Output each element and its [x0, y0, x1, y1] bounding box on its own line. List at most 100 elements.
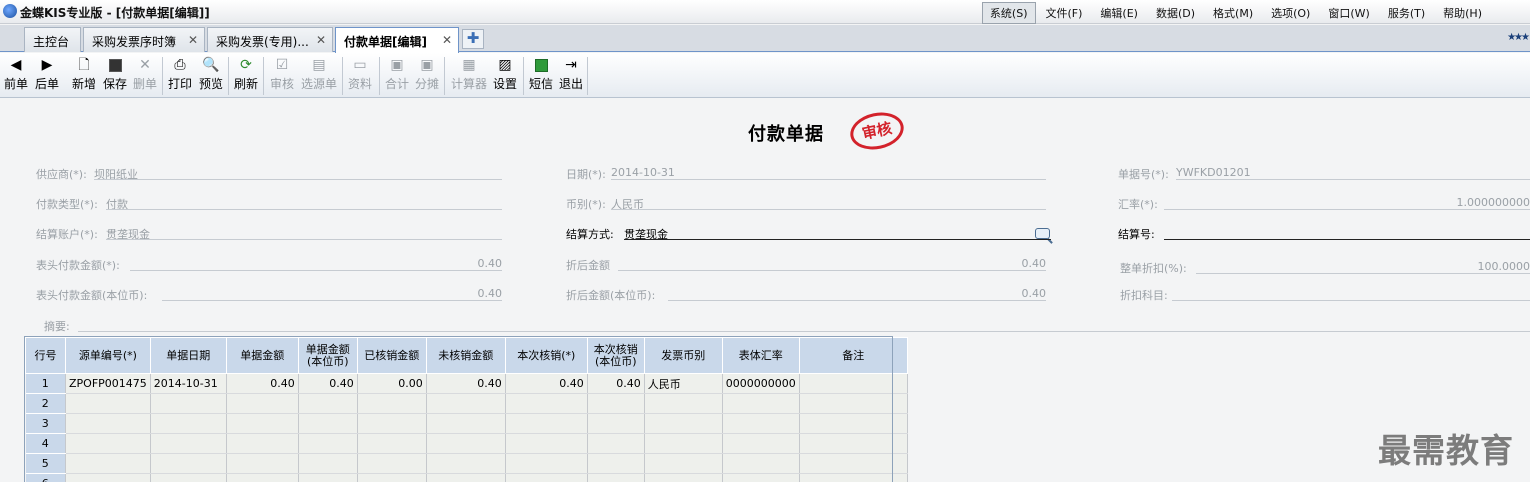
close-icon[interactable]: ✕ [188, 33, 198, 47]
grid-cell[interactable] [65, 393, 151, 414]
column-header[interactable]: 行号 [25, 337, 66, 374]
grid-cell[interactable] [722, 413, 800, 434]
discounted-field[interactable]: 0.40 [618, 257, 1047, 270]
grid-cell[interactable] [426, 393, 506, 414]
grid-cell[interactable] [722, 473, 800, 482]
grid-cell[interactable] [722, 393, 800, 414]
menu-service[interactable]: 服务(T) [1380, 2, 1433, 24]
prev-button[interactable]: ◀ 前单 [3, 55, 29, 92]
head-amount-base-field[interactable]: 0.40 [162, 287, 503, 300]
tab-purchase-invoice[interactable]: 采购发票(专用)... ✕ [207, 27, 333, 52]
discounted-base-field[interactable]: 0.40 [668, 287, 1047, 300]
grid-cell[interactable] [298, 473, 358, 482]
grid-cell[interactable] [505, 453, 588, 474]
discount-rate-field[interactable]: 100.0000 [1196, 260, 1530, 273]
preview-button[interactable]: 🔍 预览 [197, 55, 225, 92]
settings-button[interactable]: ▨ 设置 [491, 55, 519, 92]
menu-format[interactable]: 格式(M) [1205, 2, 1261, 24]
grid-cell[interactable] [587, 453, 645, 474]
grid-cell[interactable] [799, 473, 908, 482]
grid-cell[interactable] [65, 433, 151, 454]
table-row[interactable]: 5 [25, 453, 908, 474]
table-row[interactable]: 2 [25, 393, 908, 414]
table-row[interactable]: 6 [25, 473, 908, 482]
select-source-button[interactable]: ▤ 选源单 [299, 55, 339, 92]
menu-help[interactable]: 帮助(H) [1435, 2, 1490, 24]
grid-cell[interactable] [357, 473, 427, 482]
grid-cell[interactable] [799, 453, 908, 474]
grid-cell[interactable]: 0.40 [298, 373, 358, 394]
grid-cell[interactable] [505, 413, 588, 434]
sms-button[interactable]: 短信 [527, 55, 555, 92]
rate-field[interactable]: 1.000000000 [1164, 196, 1530, 209]
grid-cell[interactable] [644, 453, 723, 474]
grid-cell[interactable] [587, 473, 645, 482]
grid-cell[interactable] [644, 473, 723, 482]
delete-button[interactable]: ✕ 删单 [131, 55, 159, 92]
add-tab-icon[interactable]: ✚ [462, 29, 484, 49]
grid-cell[interactable] [226, 453, 299, 474]
grid-cell[interactable]: 2014-10-31 [150, 373, 227, 394]
grid-cell[interactable] [226, 413, 299, 434]
grid-cell[interactable] [357, 433, 427, 454]
table-row[interactable]: 1 ZPOFP001475 2014-10-31 0.40 0.40 0.00 0.40 0.… [25, 373, 908, 394]
grid-cell[interactable] [587, 413, 645, 434]
column-header[interactable]: 表体汇率 [721, 337, 800, 374]
calculator-button[interactable]: ▦ 计算器 [449, 55, 489, 92]
grid-cell[interactable] [65, 473, 151, 482]
split-button[interactable]: ▣ 分摊 [413, 55, 441, 92]
next-button[interactable]: ▶ 后单 [32, 55, 62, 92]
head-amount-field[interactable]: 0.40 [130, 257, 503, 270]
grid-cell[interactable] [357, 413, 427, 434]
grid-cell[interactable]: 0.40 [426, 373, 506, 394]
menu-options[interactable]: 选项(O) [1263, 2, 1318, 24]
menu-system[interactable]: 系统(S) [981, 2, 1036, 24]
column-header[interactable]: 备注 [798, 337, 908, 374]
column-header[interactable]: 源单编号(*) [65, 337, 151, 374]
grid-cell[interactable]: 0000000000 [722, 373, 800, 394]
column-header[interactable]: 未核销金额 [425, 337, 506, 374]
save-button[interactable]: 保存 [101, 55, 129, 92]
column-header[interactable]: 已核销金额 [356, 337, 427, 374]
grid-cell[interactable] [799, 413, 908, 434]
grid-cell[interactable] [298, 413, 358, 434]
grid-cell[interactable] [426, 413, 506, 434]
grid-cell[interactable] [587, 433, 645, 454]
grid-cell[interactable] [150, 473, 227, 482]
grid-cell[interactable] [65, 413, 151, 434]
grid-cell[interactable]: 0.40 [226, 373, 299, 394]
grid-cell[interactable] [505, 473, 588, 482]
column-header[interactable]: 单据金额 (本位币) [297, 337, 358, 374]
doc-no-field[interactable]: YWFKD01201 [1176, 166, 1251, 179]
grid-cell[interactable] [226, 433, 299, 454]
tab-main-console[interactable]: 主控台 [24, 27, 81, 52]
grid-cell[interactable] [357, 453, 427, 474]
grid-cell[interactable]: 0.00 [357, 373, 427, 394]
grid-cell[interactable] [150, 453, 227, 474]
menu-data[interactable]: 数据(D) [1148, 2, 1203, 24]
grid-cell[interactable] [298, 393, 358, 414]
column-header[interactable]: 单据金额 [225, 337, 299, 374]
grid-cell[interactable] [226, 393, 299, 414]
grid-cell[interactable]: 人民币 [644, 373, 723, 394]
date-field[interactable]: 2014-10-31 [611, 166, 675, 179]
grid-cell[interactable]: 0.40 [505, 373, 588, 394]
audit-button[interactable]: ☑ 审核 [268, 55, 296, 92]
grid-cell[interactable]: ZPOFP001475 [65, 373, 151, 394]
column-header[interactable]: 单据日期 [149, 337, 227, 374]
grid-cell[interactable] [226, 473, 299, 482]
grid-cell[interactable] [505, 393, 588, 414]
exit-button[interactable]: ⇥ 退出 [557, 55, 585, 92]
grid-cell[interactable] [298, 453, 358, 474]
table-row[interactable]: 3 [25, 413, 908, 434]
table-row[interactable]: 4 [25, 433, 908, 454]
grid-cell[interactable] [799, 433, 908, 454]
column-header[interactable]: 本次核销 (本位币) [586, 337, 645, 374]
material-button[interactable]: ▭ 资料 [346, 55, 374, 92]
tab-purchase-invoice-list[interactable]: 采购发票序时簿 ✕ [83, 27, 205, 52]
grid-cell[interactable] [426, 453, 506, 474]
close-icon[interactable]: ✕ [442, 33, 452, 47]
grid-cell[interactable] [505, 433, 588, 454]
grid-cell[interactable]: 0.40 [587, 373, 645, 394]
column-header[interactable]: 本次核销(*) [504, 337, 588, 374]
